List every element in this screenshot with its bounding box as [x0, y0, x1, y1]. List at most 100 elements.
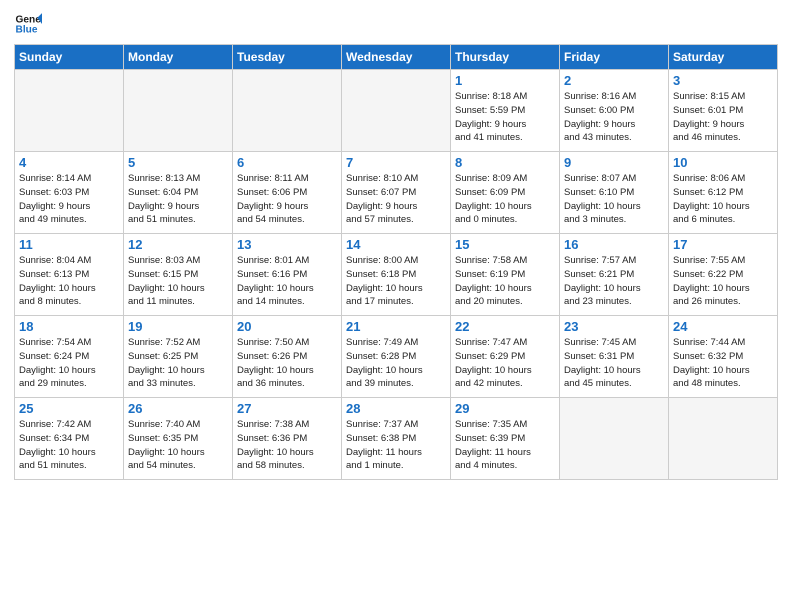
day-cell: 22 Sunrise: 7:47 AM Sunset: 6:29 PM Dayli… [451, 316, 560, 398]
day-cell: 21 Sunrise: 7:49 AM Sunset: 6:28 PM Dayli… [342, 316, 451, 398]
day-number: 8 [455, 155, 555, 170]
day-cell [15, 70, 124, 152]
day-cell [342, 70, 451, 152]
col-header-friday: Friday [560, 45, 669, 70]
day-cell [233, 70, 342, 152]
day-info: Sunrise: 7:47 AM Sunset: 6:29 PM Dayligh… [455, 336, 555, 391]
day-info: Sunrise: 7:37 AM Sunset: 6:38 PM Dayligh… [346, 418, 446, 473]
day-cell: 6 Sunrise: 8:11 AM Sunset: 6:06 PM Daylig… [233, 152, 342, 234]
day-info: Sunrise: 7:42 AM Sunset: 6:34 PM Dayligh… [19, 418, 119, 473]
day-info: Sunrise: 7:58 AM Sunset: 6:19 PM Dayligh… [455, 254, 555, 309]
day-cell: 8 Sunrise: 8:09 AM Sunset: 6:09 PM Daylig… [451, 152, 560, 234]
day-info: Sunrise: 7:45 AM Sunset: 6:31 PM Dayligh… [564, 336, 664, 391]
header: General Blue [14, 10, 778, 38]
day-number: 25 [19, 401, 119, 416]
day-number: 24 [673, 319, 773, 334]
day-info: Sunrise: 7:50 AM Sunset: 6:26 PM Dayligh… [237, 336, 337, 391]
day-cell: 20 Sunrise: 7:50 AM Sunset: 6:26 PM Dayli… [233, 316, 342, 398]
day-cell: 18 Sunrise: 7:54 AM Sunset: 6:24 PM Dayli… [15, 316, 124, 398]
day-number: 14 [346, 237, 446, 252]
day-cell: 29Sunrise: 7:35 AM Sunset: 6:39 PM Dayli… [451, 398, 560, 480]
day-info: Sunrise: 8:04 AM Sunset: 6:13 PM Dayligh… [19, 254, 119, 309]
day-cell: 17Sunrise: 7:55 AM Sunset: 6:22 PM Dayli… [669, 234, 778, 316]
day-number: 1 [455, 73, 555, 88]
svg-text:Blue: Blue [16, 25, 38, 36]
day-number: 13 [237, 237, 337, 252]
day-info: Sunrise: 8:16 AM Sunset: 6:00 PM Dayligh… [564, 90, 664, 145]
day-number: 20 [237, 319, 337, 334]
day-cell: 28 Sunrise: 7:37 AM Sunset: 6:38 PM Dayli… [342, 398, 451, 480]
day-number: 11 [19, 237, 119, 252]
day-info: Sunrise: 8:14 AM Sunset: 6:03 PM Dayligh… [19, 172, 119, 227]
col-header-saturday: Saturday [669, 45, 778, 70]
day-cell: 27 Sunrise: 7:38 AM Sunset: 6:36 PM Dayli… [233, 398, 342, 480]
day-number: 4 [19, 155, 119, 170]
day-info: Sunrise: 7:44 AM Sunset: 6:32 PM Dayligh… [673, 336, 773, 391]
day-number: 26 [128, 401, 228, 416]
day-info: Sunrise: 8:10 AM Sunset: 6:07 PM Dayligh… [346, 172, 446, 227]
day-number: 12 [128, 237, 228, 252]
day-info: Sunrise: 7:52 AM Sunset: 6:25 PM Dayligh… [128, 336, 228, 391]
col-header-monday: Monday [124, 45, 233, 70]
day-info: Sunrise: 8:00 AM Sunset: 6:18 PM Dayligh… [346, 254, 446, 309]
col-header-sunday: Sunday [15, 45, 124, 70]
day-number: 10 [673, 155, 773, 170]
day-cell: 12 Sunrise: 8:03 AM Sunset: 6:15 PM Dayli… [124, 234, 233, 316]
day-cell: 15 Sunrise: 7:58 AM Sunset: 6:19 PM Dayli… [451, 234, 560, 316]
logo-icon: General Blue [14, 10, 42, 38]
day-cell: 19 Sunrise: 7:52 AM Sunset: 6:25 PM Dayli… [124, 316, 233, 398]
day-cell: 2 Sunrise: 8:16 AM Sunset: 6:00 PM Daylig… [560, 70, 669, 152]
day-info: Sunrise: 8:09 AM Sunset: 6:09 PM Dayligh… [455, 172, 555, 227]
day-number: 15 [455, 237, 555, 252]
day-number: 3 [673, 73, 773, 88]
day-info: Sunrise: 7:54 AM Sunset: 6:24 PM Dayligh… [19, 336, 119, 391]
day-info: Sunrise: 8:11 AM Sunset: 6:06 PM Dayligh… [237, 172, 337, 227]
day-number: 19 [128, 319, 228, 334]
day-cell: 9 Sunrise: 8:07 AM Sunset: 6:10 PM Daylig… [560, 152, 669, 234]
day-cell: 1 Sunrise: 8:18 AM Sunset: 5:59 PM Daylig… [451, 70, 560, 152]
day-info: Sunrise: 7:38 AM Sunset: 6:36 PM Dayligh… [237, 418, 337, 473]
day-info: Sunrise: 7:49 AM Sunset: 6:28 PM Dayligh… [346, 336, 446, 391]
day-cell [124, 70, 233, 152]
day-number: 27 [237, 401, 337, 416]
week-row-5: 25 Sunrise: 7:42 AM Sunset: 6:34 PM Dayli… [15, 398, 778, 480]
calendar-table: SundayMondayTuesdayWednesdayThursdayFrid… [14, 44, 778, 480]
day-cell: 11 Sunrise: 8:04 AM Sunset: 6:13 PM Dayli… [15, 234, 124, 316]
day-cell [560, 398, 669, 480]
day-number: 9 [564, 155, 664, 170]
day-number: 18 [19, 319, 119, 334]
day-cell: 4 Sunrise: 8:14 AM Sunset: 6:03 PM Daylig… [15, 152, 124, 234]
day-cell: 5Sunrise: 8:13 AM Sunset: 6:04 PM Daylig… [124, 152, 233, 234]
day-number: 22 [455, 319, 555, 334]
day-cell: 3 Sunrise: 8:15 AM Sunset: 6:01 PM Daylig… [669, 70, 778, 152]
day-number: 2 [564, 73, 664, 88]
day-info: Sunrise: 7:57 AM Sunset: 6:21 PM Dayligh… [564, 254, 664, 309]
day-cell: 16 Sunrise: 7:57 AM Sunset: 6:21 PM Dayli… [560, 234, 669, 316]
logo: General Blue [14, 10, 46, 38]
week-row-4: 18 Sunrise: 7:54 AM Sunset: 6:24 PM Dayli… [15, 316, 778, 398]
day-number: 28 [346, 401, 446, 416]
day-cell [669, 398, 778, 480]
day-number: 16 [564, 237, 664, 252]
day-cell: 13Sunrise: 8:01 AM Sunset: 6:16 PM Dayli… [233, 234, 342, 316]
week-row-2: 4 Sunrise: 8:14 AM Sunset: 6:03 PM Daylig… [15, 152, 778, 234]
day-number: 21 [346, 319, 446, 334]
day-cell: 7 Sunrise: 8:10 AM Sunset: 6:07 PM Daylig… [342, 152, 451, 234]
day-cell: 26 Sunrise: 7:40 AM Sunset: 6:35 PM Dayli… [124, 398, 233, 480]
day-info: Sunrise: 8:18 AM Sunset: 5:59 PM Dayligh… [455, 90, 555, 145]
page-container: General Blue SundayMondayTuesdayWednesda… [0, 0, 792, 490]
day-cell: 10 Sunrise: 8:06 AM Sunset: 6:12 PM Dayli… [669, 152, 778, 234]
day-info: Sunrise: 8:15 AM Sunset: 6:01 PM Dayligh… [673, 90, 773, 145]
day-number: 6 [237, 155, 337, 170]
day-number: 5 [128, 155, 228, 170]
day-info: Sunrise: 7:35 AM Sunset: 6:39 PM Dayligh… [455, 418, 555, 473]
col-header-thursday: Thursday [451, 45, 560, 70]
day-cell: 23Sunrise: 7:45 AM Sunset: 6:31 PM Dayli… [560, 316, 669, 398]
day-info: Sunrise: 8:06 AM Sunset: 6:12 PM Dayligh… [673, 172, 773, 227]
day-number: 7 [346, 155, 446, 170]
day-info: Sunrise: 8:03 AM Sunset: 6:15 PM Dayligh… [128, 254, 228, 309]
week-row-3: 11 Sunrise: 8:04 AM Sunset: 6:13 PM Dayli… [15, 234, 778, 316]
day-info: Sunrise: 7:40 AM Sunset: 6:35 PM Dayligh… [128, 418, 228, 473]
day-info: Sunrise: 7:55 AM Sunset: 6:22 PM Dayligh… [673, 254, 773, 309]
day-info: Sunrise: 8:07 AM Sunset: 6:10 PM Dayligh… [564, 172, 664, 227]
